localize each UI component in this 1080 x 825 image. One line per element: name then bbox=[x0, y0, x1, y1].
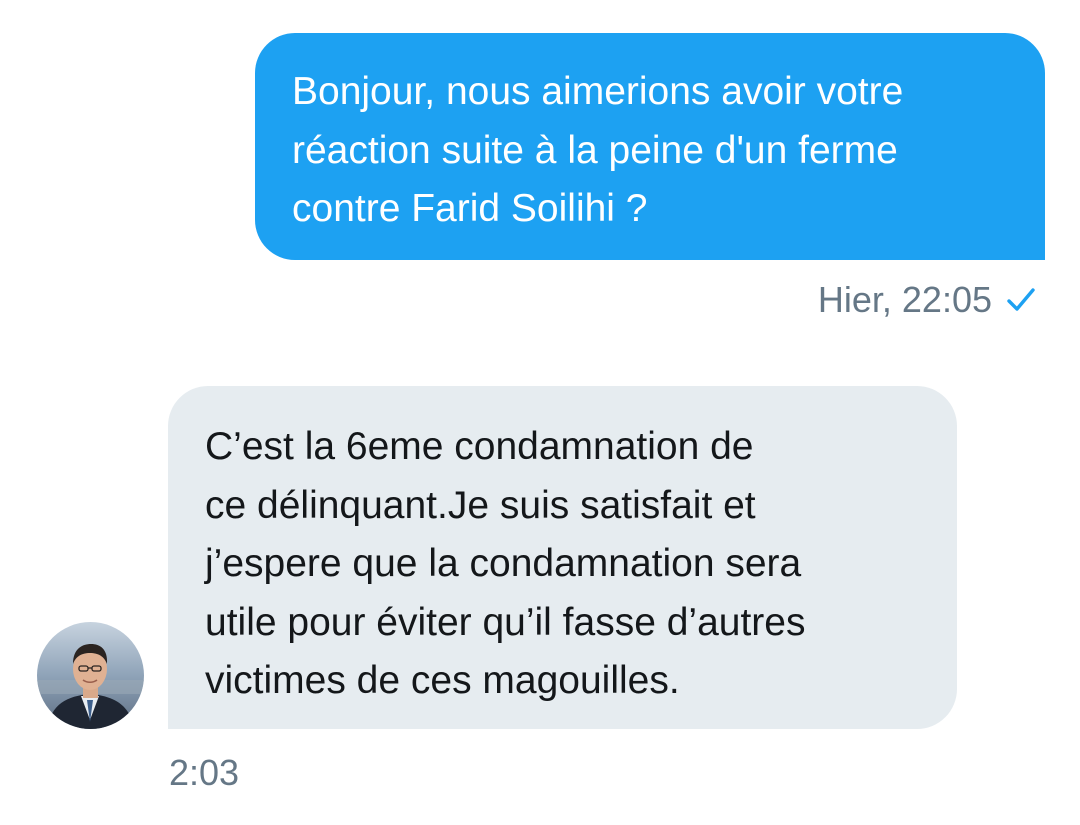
received-message-line: ce délinquant.Je suis satisfait et bbox=[205, 483, 756, 527]
received-message-timestamp: 2:03 bbox=[169, 752, 240, 793]
sent-message-timestamp: Hier, 22:05 bbox=[817, 279, 992, 320]
received-message-line: j’espere que la condamnation sera bbox=[205, 542, 802, 585]
sent-message-line: réaction suite à la peine d'un ferme bbox=[292, 128, 898, 172]
sent-message-line: contre Farid Soilihi ? bbox=[292, 187, 648, 230]
received-message-line: victimes de ces magouilles. bbox=[205, 659, 680, 702]
sent-message-bubble[interactable]: Bonjour, nous aimerions avoir votre réac… bbox=[255, 33, 1045, 260]
sent-message-meta: Hier, 22:05 bbox=[818, 277, 1038, 323]
avatar[interactable] bbox=[37, 622, 144, 729]
sent-message-line: Bonjour, nous aimerions avoir votre bbox=[292, 70, 904, 113]
check-icon bbox=[1004, 283, 1038, 317]
received-message-line: utile pour éviter qu’il fasse d’autres bbox=[205, 600, 806, 644]
received-message-line: C’est la 6eme condamnation de bbox=[205, 425, 754, 468]
received-message-bubble[interactable]: C’est la 6eme condamnation de ce délinqu… bbox=[168, 386, 957, 729]
